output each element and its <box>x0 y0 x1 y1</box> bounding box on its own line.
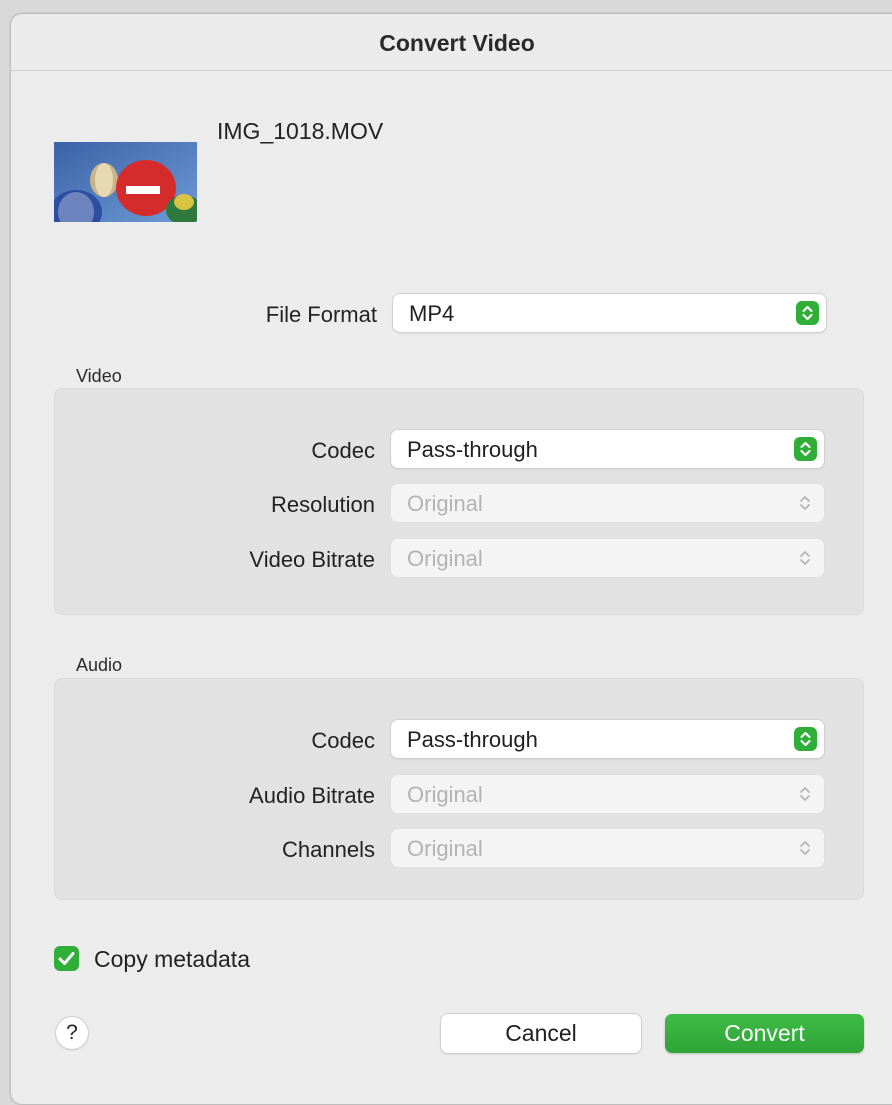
up-down-chevrons-icon <box>795 837 815 859</box>
up-down-chevrons-icon <box>795 547 815 569</box>
video-codec-popup[interactable]: Pass-through <box>391 430 824 468</box>
checkmark-icon <box>58 952 75 965</box>
audio-bitrate-label: Audio Bitrate <box>249 783 375 808</box>
copy-metadata-label[interactable]: Copy metadata <box>94 946 250 973</box>
audio-codec-popup[interactable]: Pass-through <box>391 720 824 758</box>
up-down-chevrons-icon <box>795 492 815 514</box>
channels-popup[interactable]: Original <box>391 829 824 867</box>
up-down-chevrons-icon <box>795 783 815 805</box>
file-format-popup[interactable]: MP4 <box>393 294 826 332</box>
copy-metadata-checkbox[interactable] <box>54 946 79 971</box>
up-down-chevrons-icon <box>794 727 817 751</box>
channels-label: Channels <box>282 837 375 862</box>
audio-codec-value: Pass-through <box>407 727 538 752</box>
convert-video-dialog: Convert Video IMG_1018.MOV File Format M… <box>10 13 892 1105</box>
audio-codec-label: Codec <box>311 728 375 753</box>
cancel-button[interactable]: Cancel <box>441 1014 641 1053</box>
help-button[interactable]: ? <box>56 1017 88 1049</box>
video-codec-label: Codec <box>311 438 375 463</box>
convert-button[interactable]: Convert <box>665 1014 864 1053</box>
audio-bitrate-value: Original <box>407 782 483 807</box>
dialog-title: Convert Video <box>379 30 535 56</box>
file-format-label: File Format <box>265 302 377 327</box>
resolution-popup[interactable]: Original <box>391 484 824 522</box>
audio-bitrate-popup[interactable]: Original <box>391 775 824 813</box>
resolution-value: Original <box>407 491 483 516</box>
video-bitrate-label: Video Bitrate <box>249 547 375 572</box>
channels-value: Original <box>407 836 483 861</box>
up-down-chevrons-icon <box>796 301 819 325</box>
audio-group-title: Audio <box>76 655 123 675</box>
video-thumbnail <box>54 142 197 222</box>
video-codec-value: Pass-through <box>407 437 538 462</box>
video-bitrate-value: Original <box>407 546 483 571</box>
video-bitrate-popup[interactable]: Original <box>391 539 824 577</box>
resolution-label: Resolution <box>271 492 375 517</box>
up-down-chevrons-icon <box>794 437 817 461</box>
file-format-value: MP4 <box>409 301 455 326</box>
hot-air-balloon-image <box>54 142 197 222</box>
title-bar: Convert Video <box>11 14 892 71</box>
video-group-title: Video <box>76 366 122 386</box>
file-name: IMG_1018.MOV <box>217 118 384 144</box>
